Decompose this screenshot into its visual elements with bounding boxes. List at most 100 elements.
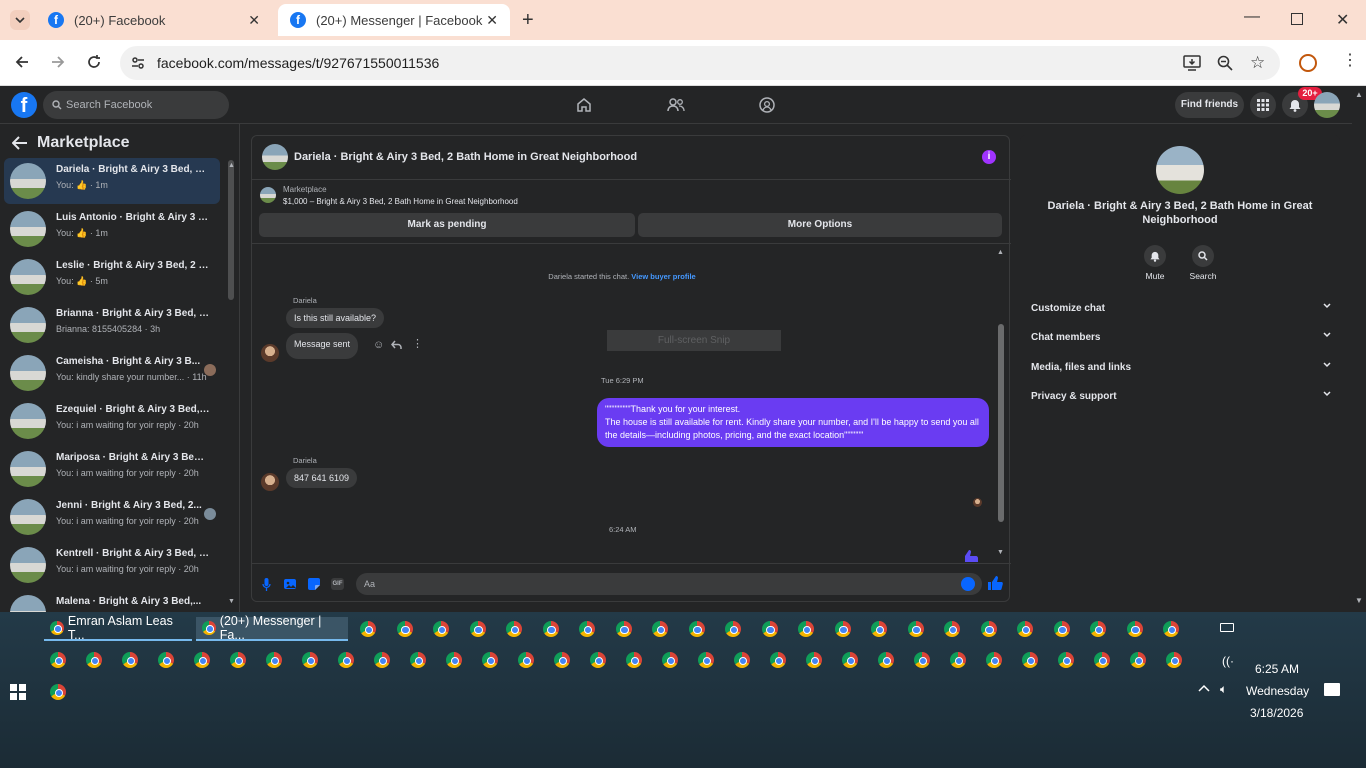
scroll-up-icon[interactable]: ▲ — [1355, 90, 1363, 99]
listing-avatar[interactable] — [1156, 146, 1204, 194]
new-tab-button[interactable]: + — [522, 10, 534, 30]
taskbar-chrome-icon[interactable] — [1058, 652, 1074, 668]
more-options-button[interactable]: More Options — [638, 213, 1002, 237]
reload-button[interactable] — [86, 54, 102, 70]
send-like-button[interactable] — [988, 576, 1003, 590]
account-avatar[interactable] — [1314, 92, 1340, 118]
pinned-chrome[interactable] — [50, 684, 66, 700]
taskbar-chrome-icon[interactable] — [761, 621, 778, 637]
emoji-icon[interactable] — [961, 577, 975, 591]
nav-friends[interactable] — [667, 97, 685, 113]
scroll-down-icon[interactable]: ▼ — [1355, 596, 1363, 605]
back-button[interactable] — [12, 136, 28, 150]
incoming-message[interactable]: 847 641 6109 — [286, 468, 358, 488]
minimize-button[interactable]: — — [1244, 8, 1260, 26]
taskbar-chrome-icon[interactable] — [944, 621, 960, 637]
taskbar-chrome-icon[interactable] — [798, 621, 814, 637]
section-chat-members[interactable]: Chat members — [1031, 332, 1331, 343]
mute-button[interactable] — [1144, 245, 1166, 267]
clock-date[interactable]: 3/18/2026 — [1250, 706, 1303, 720]
forward-button[interactable] — [50, 54, 66, 70]
taskbar-chrome-icon[interactable] — [907, 621, 924, 637]
section-media-files-links[interactable]: Media, files and links — [1031, 362, 1331, 373]
close-window-button[interactable]: ✕ — [1336, 10, 1349, 30]
menu-grid-button[interactable] — [1250, 92, 1276, 118]
taskbar-chrome-icon[interactable] — [50, 652, 66, 668]
conversation-item[interactable]: Kentrell · Bright & Airy 3 Bed, 2... You… — [4, 542, 220, 588]
show-hidden-icons-icon[interactable] — [1198, 684, 1210, 692]
find-friends-button[interactable]: Find friends — [1175, 92, 1244, 118]
more-actions-icon[interactable]: ⋮ — [412, 339, 423, 350]
taskbar-chrome-icon[interactable] — [360, 621, 376, 637]
taskbar-chrome-icon[interactable] — [626, 652, 642, 668]
taskbar-chrome-icon[interactable] — [842, 652, 858, 668]
close-tab-icon[interactable]: ✕ — [486, 12, 498, 29]
conversation-item[interactable]: Brianna · Bright & Airy 3 Bed, 2... Bria… — [4, 302, 220, 348]
network-icon[interactable]: ((· — [1222, 654, 1234, 668]
taskbar-chrome-icon[interactable] — [518, 652, 534, 668]
search-in-chat-button[interactable] — [1192, 245, 1214, 267]
conversation-item[interactable]: Malena · Bright & Airy 3 Bed,... — [4, 590, 220, 612]
nav-groups[interactable] — [759, 97, 775, 113]
taskbar-chrome-icon[interactable] — [433, 621, 449, 637]
gif-icon[interactable]: GIF — [331, 578, 344, 590]
taskbar-chrome-icon[interactable] — [1017, 621, 1033, 637]
reply-icon[interactable] — [391, 340, 402, 350]
browser-menu-icon[interactable]: ⋮ — [1342, 53, 1358, 69]
taskbar-chrome-icon[interactable] — [469, 621, 486, 637]
taskbar-chrome-icon[interactable] — [230, 652, 246, 668]
taskbar-chrome-icon[interactable] — [806, 652, 822, 668]
tab-messenger[interactable]: f (20+) Messenger | Facebook ✕ — [278, 4, 510, 36]
taskbar-chrome-icon[interactable] — [1094, 652, 1110, 668]
clock-time[interactable]: 6:25 AM — [1255, 662, 1299, 676]
taskbar-window-emran[interactable]: Emran Aslam Leas T... — [44, 614, 192, 642]
scroll-down-icon[interactable]: ▼ — [228, 598, 235, 605]
incoming-message[interactable]: Message sent — [286, 333, 359, 359]
chat-title[interactable]: Dariela · Bright & Airy 3 Bed, 2 Bath Ho… — [294, 151, 637, 163]
taskbar-chrome-icon[interactable] — [194, 652, 210, 668]
info-icon[interactable]: i — [982, 150, 996, 164]
close-tab-icon[interactable]: ✕ — [248, 12, 260, 29]
listing-price[interactable]: $1,000 – Bright & Airy 3 Bed, 2 Bath Hom… — [283, 197, 518, 206]
taskbar-chrome-icon[interactable] — [1090, 621, 1106, 637]
taskbar-chrome-icon[interactable] — [725, 621, 741, 637]
outgoing-message[interactable]: """"""""Thank you for your interest. The… — [597, 398, 989, 447]
taskbar-chrome-icon[interactable] — [554, 652, 570, 668]
taskbar-chrome-icon[interactable] — [1053, 621, 1070, 637]
taskbar-chrome-icon[interactable] — [158, 652, 174, 668]
conversation-item[interactable]: Ezequiel · Bright & Airy 3 Bed, ... You:… — [4, 398, 220, 444]
taskbar-chrome-icon[interactable] — [986, 652, 1002, 668]
react-icon[interactable]: ☺ — [373, 340, 384, 351]
sidebar-scrollbar[interactable] — [228, 160, 234, 300]
conversation-item[interactable]: Dariela · Bright & Airy 3 Bed, 2 ... You… — [4, 158, 220, 204]
voice-clip-button[interactable] — [262, 578, 271, 591]
taskbar-chrome-icon[interactable] — [579, 621, 595, 637]
taskbar-chrome-icon[interactable] — [698, 652, 714, 668]
taskbar-chrome-icon[interactable] — [615, 621, 632, 637]
bookmark-star-icon[interactable]: ☆ — [1250, 54, 1265, 71]
taskbar-chrome-icon[interactable] — [396, 621, 413, 637]
taskbar-chrome-icon[interactable] — [878, 652, 894, 668]
profile-icon[interactable] — [1299, 54, 1317, 72]
zoom-icon[interactable] — [1217, 55, 1233, 71]
taskbar-chrome-icon[interactable] — [980, 621, 997, 637]
site-settings-icon[interactable] — [130, 55, 146, 71]
sender-avatar[interactable] — [261, 344, 279, 362]
scroll-up-icon[interactable]: ▲ — [997, 249, 1004, 256]
chat-avatar[interactable] — [262, 144, 288, 170]
taskbar-chrome-icon[interactable] — [410, 652, 426, 668]
taskbar-chrome-icon[interactable] — [770, 652, 786, 668]
page-scrollbar[interactable]: ▲ ▼ — [1352, 86, 1366, 612]
taskbar-chrome-icon[interactable] — [590, 652, 606, 668]
sender-avatar[interactable] — [261, 473, 279, 491]
facebook-logo[interactable]: f — [11, 92, 37, 118]
taskbar-chrome-icon[interactable] — [914, 652, 930, 668]
taskbar-chrome-icon[interactable] — [734, 652, 750, 668]
conversation-item[interactable]: Mariposa · Bright & Airy 3 Bed,... You: … — [4, 446, 220, 492]
tab-facebook[interactable]: f (20+) Facebook ✕ — [36, 4, 272, 36]
back-button[interactable] — [14, 54, 30, 70]
listing-thumbnail[interactable] — [260, 187, 276, 203]
notification-center-icon[interactable] — [1324, 683, 1340, 696]
taskbar-chrome-icon[interactable] — [950, 652, 966, 668]
url-field[interactable]: facebook.com/messages/t/927671550011536 … — [120, 46, 1280, 80]
